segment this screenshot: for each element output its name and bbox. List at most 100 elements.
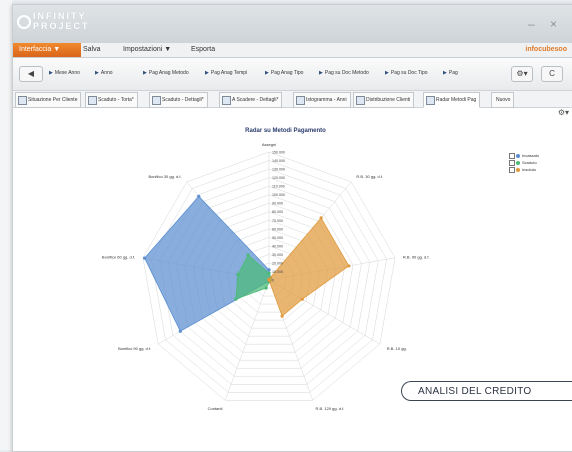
tab-situazione[interactable]: Situazione Per Cliente [15, 92, 82, 108]
toolbar-item-pag-doc-metodo[interactable]: ▶ Pag su Doc Metodo [319, 70, 369, 76]
category-label: Bonifico 60 gg. d.f. [102, 254, 135, 259]
radar-icon [426, 96, 435, 105]
data-point [319, 216, 323, 220]
tab-istogramma[interactable]: Istogramma - Anni [293, 92, 351, 108]
table-icon [222, 96, 231, 105]
toolbar-label: Pag Anag Tipo [270, 70, 304, 76]
refresh-button[interactable]: C [541, 66, 563, 82]
legend-item[interactable]: Incassato [509, 152, 539, 159]
toolbar-item-mese-anno[interactable]: ▶ Mese Anno [49, 70, 80, 76]
legend-item[interactable]: Insoluto [509, 166, 539, 173]
tab-scaduto-dettagli[interactable]: Scaduto - Dettagli* [149, 92, 208, 108]
toolbar-label: Anno [100, 70, 113, 76]
section-badge: ANALISI DEL CREDITO [401, 381, 572, 401]
toolbar-item-pag-doc-tipo[interactable]: ▶ Pag su Doc Tipo [385, 70, 428, 76]
play-icon: ▶ [443, 70, 447, 76]
data-point [143, 256, 147, 260]
data-point [264, 286, 268, 290]
tab-nuovo[interactable]: Nuovo [491, 92, 515, 108]
toolbar-item-pag[interactable]: ▶ Pag [443, 70, 458, 76]
data-point [267, 271, 271, 275]
toolbar-item-pag-anag-tempi[interactable]: ▶ Pag Anag Tempi [205, 70, 247, 76]
title-bar: INFINITY PROJECT – × [13, 5, 572, 43]
tick-label: 80.000 [272, 210, 283, 214]
logo-text-2: PROJECT [33, 21, 90, 31]
menu-interfaccia[interactable]: Interfaccia ▼ [13, 43, 81, 57]
legend-swatch [516, 160, 520, 165]
tab-label: Situazione Per Cliente [28, 97, 78, 103]
category-label: Assegni [262, 142, 276, 147]
tab-a-scadere[interactable]: A Scadere - Dettagli* [219, 92, 283, 108]
play-icon: ▶ [385, 70, 389, 76]
back-button[interactable]: ◀ [19, 66, 43, 82]
toolbar-label: Mese Anno [54, 70, 80, 76]
tab-label: Scaduto - Torta* [98, 97, 134, 103]
checkbox-icon[interactable] [509, 166, 515, 173]
toolbar-item-pag-anag-tipo[interactable]: ▶ Pag Anag Tipo [265, 70, 303, 76]
tick-label: 100.000 [272, 193, 285, 197]
play-icon: ▶ [49, 70, 53, 76]
tick-label: 110.000 [272, 185, 285, 189]
tick-label: 150.000 [272, 151, 285, 155]
tick-label: 30.000 [272, 253, 283, 257]
brand-logo: infocubesoo [525, 46, 567, 53]
bar-chart-icon [296, 96, 305, 105]
menu-impostazioni[interactable]: Impostazioni ▼ [117, 43, 177, 57]
toolbar-item-anno[interactable]: ▶ Anno [95, 70, 113, 76]
data-point [267, 278, 271, 282]
tab-label: Nuovo [496, 97, 511, 103]
table-icon [18, 96, 27, 105]
logo-text-1: INFINITY [33, 11, 87, 21]
play-icon: ▶ [319, 70, 323, 76]
tick-label: 10.000 [272, 270, 283, 274]
menu-bar: Interfaccia ▼ Salva Impostazioni ▼ Espor… [13, 43, 572, 58]
tab-radar[interactable]: Radar Metodi Pag [423, 92, 481, 108]
tick-label: 50.000 [272, 236, 283, 240]
tick-label: 20.000 [272, 261, 283, 265]
tab-distribuzione[interactable]: Distribuzione Clienti [353, 92, 415, 108]
tick-label: 0 [272, 279, 274, 283]
series-area [268, 217, 350, 317]
tick-label: 90.000 [272, 202, 283, 206]
toolbar-item-pag-anag-metodo[interactable]: ▶ Pag Anag Metodo [143, 70, 189, 76]
play-icon: ▶ [143, 70, 147, 76]
data-point [197, 194, 201, 198]
data-point [234, 297, 238, 301]
data-point [300, 297, 304, 301]
chart-legend: Incassato Scaduto Insoluto [509, 152, 539, 173]
legend-label: Scaduto [522, 160, 537, 165]
play-icon: ▶ [205, 70, 209, 76]
window-controls[interactable]: – × [528, 17, 563, 31]
tab-bar: Situazione Per Cliente Scaduto - Torta* … [13, 91, 572, 108]
tab-label: Istogramma - Anni [306, 97, 347, 103]
category-label: Bonifico 90 gg. d.f. [118, 346, 151, 351]
pie-icon [88, 96, 97, 105]
legend-swatch [516, 167, 520, 172]
data-point [236, 272, 240, 277]
toolbar: ◀ ▶ Mese Anno ▶ Anno ▶ Pag Anag Metodo ▶ Pag… [13, 58, 572, 91]
tick-label: 60.000 [272, 227, 283, 231]
tab-label: Distribuzione Clienti [366, 97, 411, 103]
menu-esporta[interactable]: Esporta [185, 43, 221, 57]
legend-swatch [516, 153, 520, 158]
background-panel [0, 0, 12, 450]
data-point [280, 314, 284, 318]
toolbar-settings-button[interactable]: ⚙▾ [511, 66, 533, 82]
legend-label: Incassato [522, 153, 540, 158]
tab-scaduto-torta[interactable]: Scaduto - Torta* [85, 92, 138, 108]
tick-label: 140.000 [272, 159, 285, 163]
tick-label: 130.000 [272, 168, 285, 172]
play-icon: ▶ [265, 70, 269, 76]
tab-label: Radar Metodi Pag [436, 97, 477, 103]
toolbar-label: Pag su Doc Metodo [324, 70, 369, 76]
tab-label: A Scadere - Dettagli* [232, 97, 279, 103]
menu-salva[interactable]: Salva [77, 43, 107, 57]
toolbar-label: Pag Anag Tempi [210, 70, 248, 76]
table-icon [356, 96, 365, 105]
tick-label: 120.000 [272, 176, 285, 180]
tick-label: 40.000 [272, 244, 283, 248]
tick-label: 70.000 [272, 219, 283, 223]
data-point [178, 329, 182, 333]
data-point [246, 253, 250, 257]
legend-item[interactable]: Scaduto [509, 159, 539, 166]
